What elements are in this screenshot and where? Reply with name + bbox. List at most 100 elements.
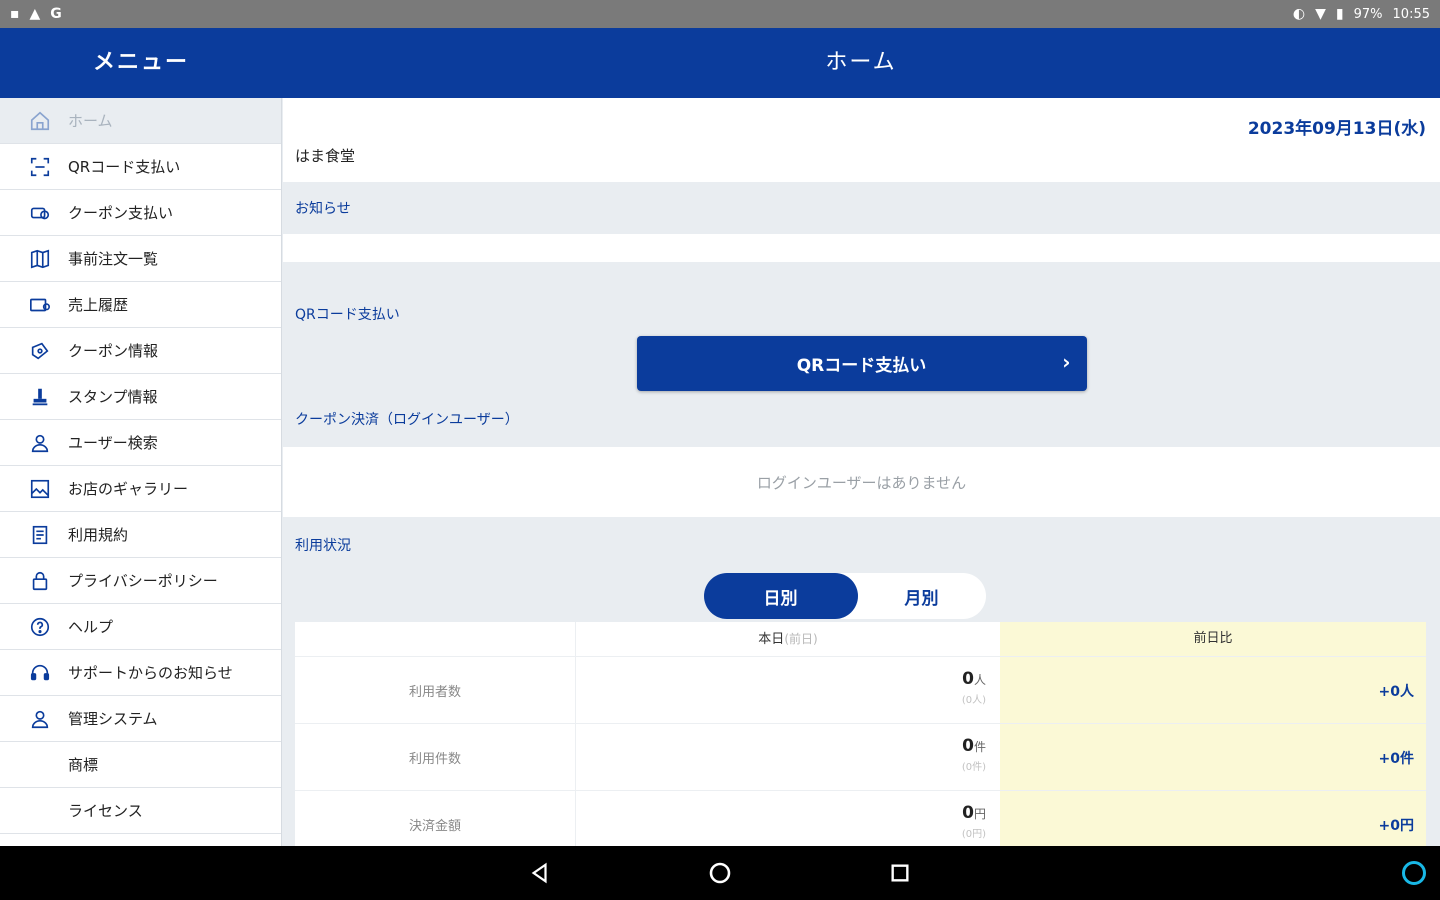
sidebar-item-terms[interactable]: 利用規約	[0, 512, 281, 558]
sidebar-item-label: 利用規約	[68, 526, 129, 544]
menu-title: メニュー	[92, 50, 189, 75]
stat-label: 利用者数	[408, 684, 461, 700]
assistant-icon[interactable]	[1402, 861, 1426, 885]
coupon-section-label: クーポン決済（ログインユーザー）	[295, 412, 519, 428]
coupon-section-header: クーポン決済（ログインユーザー）	[283, 391, 1440, 447]
sidebar-item-label: ライセンス	[68, 802, 143, 820]
main-content: 2023年09月13日(水) はま食堂 お知らせ QRコード支払い QRコード支…	[283, 98, 1440, 846]
stat-prev-value: (0件)	[961, 762, 986, 773]
stat-label: 決済金額	[408, 818, 461, 834]
stamp-icon	[28, 385, 52, 409]
status-bar: ▪ ▲ G ◐ ▼ ▮ 97% 10:55	[0, 0, 1440, 28]
map-icon	[28, 247, 52, 271]
coupon-pay-icon	[28, 201, 52, 225]
battery-icon: ▮	[1335, 6, 1344, 22]
sidebar-item-label: ホーム	[68, 112, 113, 130]
user-icon	[28, 431, 52, 455]
notice-label: お知らせ	[295, 201, 351, 217]
headset-icon	[28, 661, 52, 685]
stat-diff: +0人	[1378, 684, 1414, 700]
gallery-icon	[28, 477, 52, 501]
sidebar-item-privacy[interactable]: プライバシーポリシー	[0, 558, 281, 604]
admin-icon	[28, 707, 52, 731]
coupon-icon	[28, 339, 52, 363]
sidebar-item-qr-payment[interactable]: QRコード支払い	[0, 144, 281, 190]
sidebar-item-help[interactable]: ヘルプ	[0, 604, 281, 650]
shop-name: はま食堂	[283, 144, 1440, 182]
sidebar-item-label: 管理システム	[68, 710, 158, 728]
home-circle-icon	[709, 862, 731, 884]
stats-header-row: 本日(前日) 前日比	[295, 622, 1426, 656]
no-login-users-message: ログインユーザーはありません	[283, 447, 1440, 517]
sidebar-item-label: ユーザー検索	[68, 434, 158, 452]
qr-section-header: QRコード支払い	[283, 278, 1440, 328]
usage-stats-table: 本日(前日) 前日比 利用者数 0人 (0人) +0人 利用件数 0件 (0件)…	[295, 622, 1426, 846]
stat-prev-value: (0人)	[961, 695, 986, 706]
col-prev-header: 前日比	[1000, 622, 1426, 656]
sidebar-item-user-search[interactable]: ユーザー検索	[0, 420, 281, 466]
page-title: ホーム	[825, 50, 897, 75]
rotation-icon: ◐	[1292, 6, 1306, 22]
system-nav-bar	[0, 846, 1440, 900]
sidebar: ホーム QRコード支払い クーポン支払い 事前注文一覧 売上履歴 クーポン情報	[0, 98, 282, 846]
sidebar-item-sales-history[interactable]: 売上履歴	[0, 282, 281, 328]
stat-diff: +0件	[1378, 751, 1414, 767]
sidebar-item-gallery[interactable]: お店のギャラリー	[0, 466, 281, 512]
home-icon	[28, 109, 52, 133]
date-row: 2023年09月13日(水)	[283, 98, 1440, 144]
sidebar-item-support-notice[interactable]: サポートからのお知らせ	[0, 650, 281, 696]
sidebar-item-label: プライバシーポリシー	[68, 572, 218, 590]
wifi-icon: ▼	[1315, 6, 1326, 22]
sidebar-item-license[interactable]: ライセンス	[0, 788, 281, 834]
sidebar-item-label: クーポン支払い	[68, 204, 174, 222]
recents-icon	[891, 864, 909, 882]
battery-level: 97%	[1353, 6, 1383, 22]
sidebar-item-label: サポートからのお知らせ	[68, 664, 233, 682]
sales-icon	[28, 293, 52, 317]
sidebar-item-label: 売上履歴	[68, 296, 129, 314]
back-button[interactable]	[520, 853, 560, 893]
sidebar-item-coupon-payment[interactable]: クーポン支払い	[0, 190, 281, 236]
google-icon: G	[50, 6, 62, 22]
usage-label: 利用状況	[295, 538, 351, 554]
recents-button[interactable]	[880, 853, 920, 893]
monthly-toggle-button[interactable]: 月別	[858, 573, 986, 619]
help-icon	[28, 615, 52, 639]
sidebar-item-label: 事前注文一覧	[68, 250, 159, 268]
app-header: メニュー ホーム	[0, 28, 1440, 98]
stat-value: 0円	[962, 803, 986, 823]
table-row: 決済金額 0円 (0円) +0円	[295, 790, 1426, 846]
sidebar-item-label: 商標	[68, 756, 99, 774]
stat-prev-value: (0円)	[961, 829, 986, 840]
notification-icon: ▪	[10, 6, 20, 22]
qr-scan-icon	[28, 155, 52, 179]
usage-section-header: 利用状況	[283, 517, 1440, 573]
stat-diff: +0円	[1378, 818, 1414, 834]
current-date: 2023年09月13日(水)	[1247, 119, 1426, 139]
sidebar-item-label: ヘルプ	[68, 618, 114, 636]
qr-payment-button[interactable]: QRコード支払い ›	[636, 336, 1087, 391]
sidebar-item-admin[interactable]: 管理システム	[0, 696, 281, 742]
stat-value: 0人	[962, 669, 986, 689]
table-row: 利用者数 0人 (0人) +0人	[295, 656, 1426, 723]
sidebar-item-home[interactable]: ホーム	[0, 98, 281, 144]
document-icon	[28, 523, 52, 547]
period-toggle: 日別 月別	[703, 573, 986, 619]
alert-icon: ▲	[29, 6, 41, 22]
sidebar-item-trademark[interactable]: 商標	[0, 742, 281, 788]
back-icon	[531, 862, 547, 884]
clock: 10:55	[1392, 6, 1430, 22]
sidebar-item-preorders[interactable]: 事前注文一覧	[0, 236, 281, 282]
sidebar-item-label: QRコード支払い	[68, 158, 181, 176]
notice-body	[283, 234, 1440, 262]
home-nav-button[interactable]	[700, 853, 740, 893]
sidebar-item-coupon-info[interactable]: クーポン情報	[0, 328, 281, 374]
sidebar-item-stamp-info[interactable]: スタンプ情報	[0, 374, 281, 420]
daily-toggle-button[interactable]: 日別	[703, 573, 858, 619]
sidebar-item-label: クーポン情報	[68, 342, 159, 360]
stat-label: 利用件数	[408, 751, 461, 767]
qr-section-label: QRコード支払い	[295, 307, 400, 323]
lock-icon	[28, 569, 52, 593]
sidebar-item-label: お店のギャラリー	[68, 480, 189, 498]
stat-value: 0件	[962, 736, 986, 756]
